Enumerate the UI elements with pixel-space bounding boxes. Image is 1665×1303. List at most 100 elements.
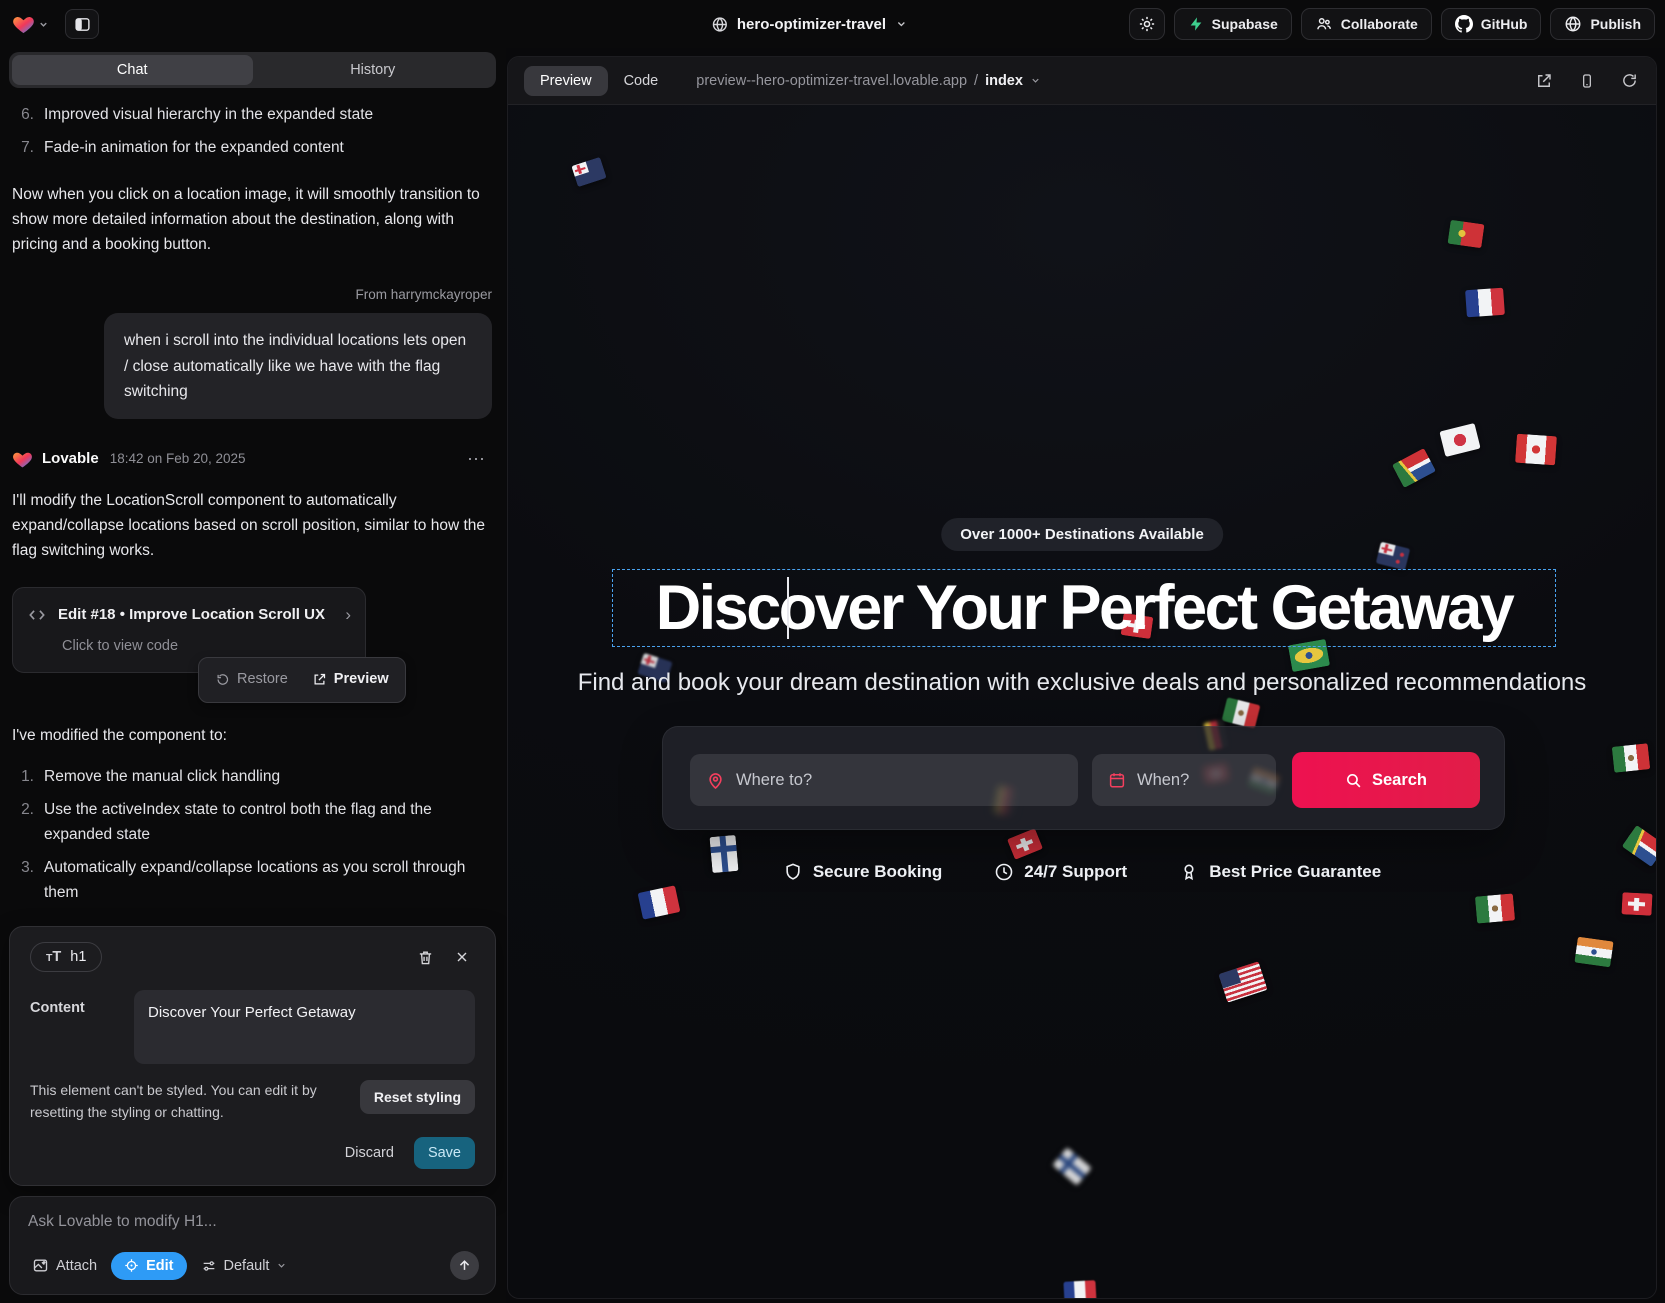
feature-support: 24/7 Support [994,862,1127,882]
gear-icon [1138,15,1156,33]
tab-chat[interactable]: Chat [12,55,253,85]
default-mode-button[interactable]: Default [197,1253,292,1279]
project-name: hero-optimizer-travel [737,16,886,33]
mobile-view-button[interactable] [1577,70,1597,92]
search-icon [1345,772,1362,789]
flag-mx [1222,697,1261,729]
open-in-new-tab-button[interactable] [1533,70,1555,92]
assistant-message-header: Lovable 18:42 on Feb 20, 2025 ⋯ [12,445,492,474]
when-input[interactable]: When? [1092,754,1276,806]
refresh-button[interactable] [1619,70,1640,91]
assistant-list-changes: 1.Remove the manual click handling 2.Use… [12,764,492,917]
people-icon [1315,15,1333,33]
send-button[interactable] [450,1251,479,1280]
publish-button[interactable]: Publish [1550,8,1655,40]
supabase-button[interactable]: Supabase [1174,8,1292,40]
save-button[interactable]: Save [414,1137,475,1169]
tab-history[interactable]: History [253,55,494,85]
chevron-down-icon [895,18,907,30]
assistant-paragraph: Now when you click on a location image, … [12,182,492,257]
flag-za [1392,448,1436,488]
where-placeholder: Where to? [736,771,812,790]
tab-code[interactable]: Code [608,66,675,96]
chevron-right-icon: › [345,601,351,629]
target-icon [124,1258,139,1273]
list-text: Use the activeIndex state to control bot… [44,797,492,847]
preview-version-button[interactable]: Preview [301,662,400,697]
tab-preview[interactable]: Preview [524,66,608,96]
panel-left-icon [74,16,91,33]
lovable-logo-menu[interactable] [10,9,51,40]
project-selector[interactable]: hero-optimizer-travel [711,16,907,33]
chat-scroll-area[interactable]: 6.Improved visual hierarchy in the expan… [9,88,496,916]
close-icon [454,949,470,965]
user-message-bubble: when i scroll into the individual locati… [104,313,492,418]
list-number: 2. [12,797,34,847]
where-to-input[interactable]: Where to? [690,754,1078,806]
flag-fi [1052,1147,1091,1185]
flag-in [1574,937,1613,968]
github-label: GitHub [1481,16,1528,32]
selected-h1-element[interactable]: Discover Your Perfect Getaway [612,569,1556,647]
styling-note: This element can't be styled. You can ed… [30,1080,348,1123]
top-header: hero-optimizer-travel Supabase Collabora… [0,0,1665,48]
publish-label: Publish [1590,16,1641,32]
chat-composer: Attach Edit Default [9,1196,496,1295]
trash-icon [417,949,434,966]
collaborate-label: Collaborate [1341,16,1418,32]
app-preview-content: Over 1000+ Destinations Available Discov… [508,105,1656,1298]
flag-nz [1376,542,1410,571]
list-text: Improved visual hierarchy in the expande… [44,102,373,127]
flag-mx [1612,743,1651,773]
restore-icon [215,672,230,687]
github-button[interactable]: GitHub [1441,8,1542,40]
more-options-icon[interactable]: ⋯ [461,445,492,474]
hero-title: Discover Your Perfect Getaway [656,572,1513,644]
feature-label: 24/7 Support [1024,862,1127,882]
restore-button[interactable]: Restore [204,662,299,697]
feature-best-price: Best Price Guarantee [1179,862,1381,882]
flag-mx [1475,893,1515,923]
preview-url-selector[interactable]: preview--hero-optimizer-travel.lovable.a… [696,73,1041,89]
list-number: 7. [12,135,34,160]
feature-badges: Secure Booking 24/7 Support Best Price G… [508,862,1656,882]
edit-mode-button[interactable]: Edit [111,1252,186,1280]
text-caret [787,577,789,639]
chevron-down-icon [276,1260,287,1271]
list-item: 7.Fade-in animation for the expanded con… [12,135,492,160]
clock-icon [994,862,1014,882]
image-icon [32,1257,49,1274]
composer-input[interactable] [28,1213,479,1231]
sidebar-tabbar: Chat History [9,52,496,88]
toggle-sidebar-button[interactable] [65,9,99,39]
settings-button[interactable] [1129,8,1165,40]
feature-label: Secure Booking [813,862,942,882]
edit-card-subtitle: Click to view code [62,635,351,658]
feature-label: Best Price Guarantee [1209,862,1381,882]
flag-pt [1447,220,1484,248]
preview-toolbar: Preview Code preview--hero-optimizer-tra… [508,57,1656,105]
delete-element-button[interactable] [412,944,439,971]
destinations-badge: Over 1000+ Destinations Available [941,518,1223,551]
calendar-icon [1108,771,1126,789]
when-placeholder: When? [1137,771,1189,790]
content-textarea[interactable]: Discover Your Perfect Getaway [134,990,475,1064]
list-item: 6.Improved visual hierarchy in the expan… [12,102,492,127]
flag-ch [1007,828,1043,860]
close-panel-button[interactable] [449,944,475,970]
refresh-icon [1621,72,1638,89]
search-button[interactable]: Search [1292,752,1480,808]
list-text: Keep the same smooth animations and tran… [44,913,388,916]
element-tag-chip[interactable]: TT h1 [30,942,102,972]
location-pin-icon [706,771,725,790]
chat-sidebar: Chat History 6.Improved visual hierarchy… [0,48,506,1303]
attach-button[interactable]: Attach [28,1252,101,1279]
flag-za [1622,825,1656,867]
mobile-icon [1579,72,1595,90]
list-item: 4.Keep the same smooth animations and tr… [12,913,492,916]
flag-us [1218,961,1267,1003]
discard-button[interactable]: Discard [335,1137,404,1169]
reset-styling-button[interactable]: Reset styling [360,1080,475,1114]
assistant-paragraph: I'll modify the LocationScroll component… [12,488,492,563]
collaborate-button[interactable]: Collaborate [1301,8,1432,40]
